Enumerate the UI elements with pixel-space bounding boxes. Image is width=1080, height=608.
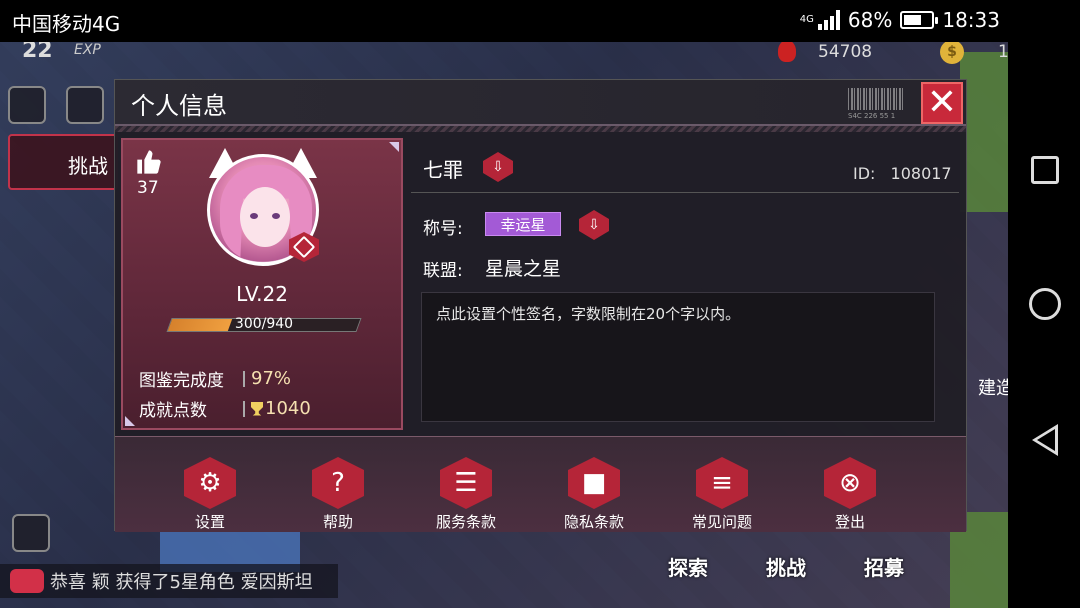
action-bar: ⚙ 设置 ? 帮助 ☰ 服务条款 ■ 隐私条款 ≡ 常见问题 ⊗ 登出 xyxy=(115,436,966,532)
photo-button[interactable] xyxy=(8,86,46,124)
thumbs-up-icon[interactable] xyxy=(135,148,163,176)
gold-count: 54708 xyxy=(818,42,873,62)
status-bar: 中国移动4G 4G 68% 18:33 xyxy=(0,0,1080,42)
logout-x-icon: ⊗ xyxy=(824,457,876,509)
gear-icon: ⚙ xyxy=(184,457,236,509)
title-badge: 幸运星 xyxy=(485,212,561,236)
help-button[interactable]: ? 帮助 xyxy=(298,457,378,532)
dialog-title: 个人信息 xyxy=(131,92,227,120)
status-right: 4G 68% 18:33 xyxy=(800,8,1000,32)
header-stripe xyxy=(115,126,966,132)
stat-value: 97% xyxy=(251,368,292,389)
barcode-decoration xyxy=(848,88,903,110)
corner-decoration xyxy=(125,416,135,426)
player-level: LV.22 xyxy=(236,282,288,306)
signal-icon xyxy=(817,10,840,30)
logout-button[interactable]: ⊗ 登出 xyxy=(810,457,890,532)
corner-decoration xyxy=(389,142,399,152)
stat-label: 图鉴完成度 xyxy=(139,371,224,391)
action-label: 登出 xyxy=(834,513,865,531)
back-icon[interactable] xyxy=(1032,424,1058,456)
recruit-button[interactable]: 招募 xyxy=(864,552,904,581)
action-label: 服务条款 xyxy=(435,513,496,531)
stat-codex: 图鉴完成度 97% xyxy=(139,366,291,391)
exp-label-hud: EXP xyxy=(74,42,101,58)
signature-field[interactable]: 点此设置个性签名，字数限制在20个字以内。 xyxy=(421,292,935,422)
home-icon[interactable] xyxy=(1029,288,1061,320)
signature-text: 点此设置个性签名，字数限制在20个字以内。 xyxy=(436,305,741,323)
close-button[interactable]: ✕ xyxy=(921,82,963,124)
help-doc-icon: ? xyxy=(312,457,364,509)
handshake-button[interactable] xyxy=(12,514,50,552)
rename-icon[interactable]: ⇩ xyxy=(483,152,513,182)
skull-button[interactable] xyxy=(66,86,104,124)
explore-button[interactable]: 探索 xyxy=(668,552,708,581)
faq-button[interactable]: ≡ 常见问题 xyxy=(682,457,762,532)
player-name: 七罪 xyxy=(423,158,463,182)
action-label: 隐私条款 xyxy=(563,513,624,531)
divider xyxy=(411,192,959,193)
gem-icon xyxy=(778,42,796,62)
carrier-label: 中国移动4G xyxy=(12,12,121,36)
lock-icon: ■ xyxy=(568,457,620,509)
player-level-hud: 22 xyxy=(22,42,53,63)
action-label: 帮助 xyxy=(322,513,353,531)
chat-icon xyxy=(10,569,44,593)
sliders-icon: ≡ xyxy=(696,457,748,509)
barcode-text: S4C 226 55 1 xyxy=(848,112,896,120)
profile-card: 37 LV.22 300/940 图鉴完成度 97% 成就点数 1040 xyxy=(121,138,403,430)
info-area: 七罪 ⇩ ID: 108017 称号: 幸运星 ⇩ 联盟: 星晨之星 点此设置个… xyxy=(411,138,963,430)
title-label: 称号: xyxy=(423,219,463,239)
dialog-header: 个人信息 S4C 226 55 1 ✕ xyxy=(115,80,966,126)
challenge-button[interactable]: 挑战 xyxy=(8,134,118,190)
trophy-icon xyxy=(251,401,263,416)
network-type: 4G xyxy=(799,14,814,25)
battle-button[interactable]: 挑战 xyxy=(766,552,806,581)
challenge-label: 挑战 xyxy=(68,154,108,178)
battery-icon xyxy=(900,11,939,29)
battery-percent: 68% xyxy=(847,8,893,32)
android-nav-bar xyxy=(1008,42,1080,608)
settings-button[interactable]: ⚙ 设置 xyxy=(170,457,250,532)
clock: 18:33 xyxy=(942,8,1000,32)
action-label: 设置 xyxy=(194,513,225,531)
stat-label: 成就点数 xyxy=(139,401,207,421)
change-title-icon[interactable]: ⇩ xyxy=(579,210,609,240)
stat-value: 1040 xyxy=(265,398,311,419)
recent-apps-icon[interactable] xyxy=(1031,156,1059,184)
like-count: 37 xyxy=(137,178,159,198)
document-stack-icon: ☰ xyxy=(440,457,492,509)
privacy-button[interactable]: ■ 隐私条款 xyxy=(554,457,634,532)
coin-count: 1 xyxy=(998,42,1008,62)
announcement-ticker[interactable]: 恭喜 颖 获得了5星角色 爱因斯坦 xyxy=(0,564,338,598)
alliance-name: 星晨之星 xyxy=(485,258,562,280)
action-label: 常见问题 xyxy=(691,513,752,531)
id-value: 108017 xyxy=(890,164,952,183)
stat-achievement: 成就点数 1040 xyxy=(139,396,311,421)
ticker-text: 恭喜 颖 获得了5星角色 爱因斯坦 xyxy=(50,572,313,593)
terms-button[interactable]: ☰ 服务条款 xyxy=(426,457,506,532)
profile-dialog: 个人信息 S4C 226 55 1 ✕ 37 LV.22 300/940 图鉴完… xyxy=(114,79,967,532)
player-id: ID: 108017 xyxy=(853,164,952,183)
id-label: ID: xyxy=(853,164,876,183)
alliance-label: 联盟: xyxy=(423,261,463,281)
exp-text: 300/940 xyxy=(234,316,294,332)
